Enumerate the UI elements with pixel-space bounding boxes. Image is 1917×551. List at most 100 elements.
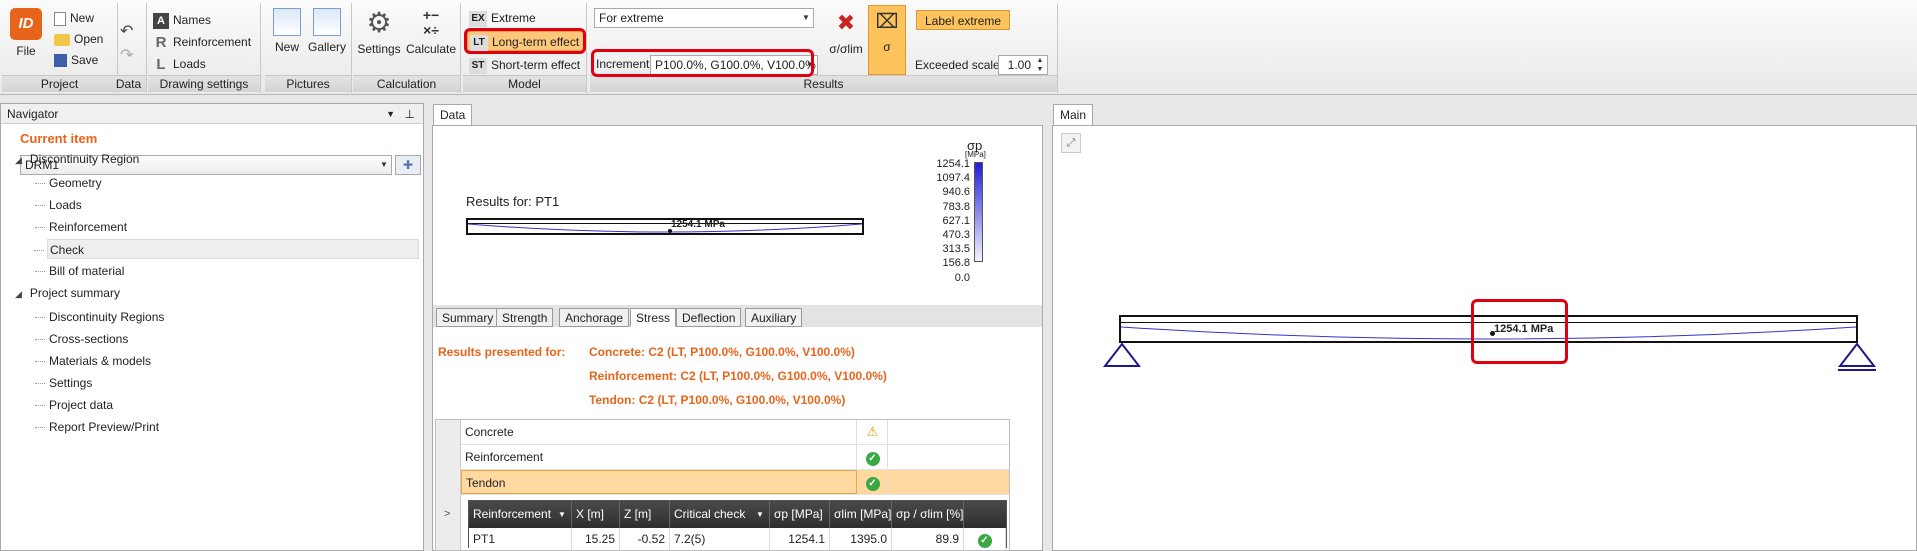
drawing-settings-group-label: Drawing settings xyxy=(148,75,260,92)
subtab-anchorage[interactable]: Anchorage xyxy=(559,308,630,327)
column-header[interactable]: Reinforcement xyxy=(469,501,572,528)
tree-item-label: Project summary xyxy=(29,286,120,300)
table-cell: PT1 xyxy=(469,528,572,550)
fit-view-button[interactable]: ⤢ xyxy=(1061,133,1081,153)
column-header[interactable]: X [m] xyxy=(572,501,620,528)
tree-item-loads[interactable]: Loads xyxy=(35,195,82,215)
spinner-icon: ▲ ▼ xyxy=(1036,57,1044,73)
extreme-option[interactable]: EX Extreme xyxy=(469,8,536,28)
new-project-button[interactable]: New xyxy=(54,8,94,28)
exceeded-scale-input[interactable]: 1.00 ▲ ▼ xyxy=(998,55,1048,75)
tree-item-label: Bill of material xyxy=(49,264,125,278)
calculation-group-label: Calculation xyxy=(353,75,460,92)
tree-item-settings[interactable]: Settings xyxy=(35,373,92,393)
tree-item-label: Report Preview/Print xyxy=(49,420,160,434)
label-extreme-toggle[interactable]: Label extreme xyxy=(916,10,1011,30)
column-header[interactable]: σp / σlim [%] xyxy=(892,501,964,528)
names-toggle[interactable]: A Names xyxy=(153,10,211,30)
check-row-reinforcement[interactable]: Reinforcement ✓ xyxy=(461,445,1009,470)
ex-tag-icon: EX xyxy=(469,10,487,27)
open-project-button[interactable]: Open xyxy=(54,29,103,49)
pin-icon[interactable]: ⊥ xyxy=(405,104,415,124)
tree-item-bill-of-material[interactable]: Bill of material xyxy=(35,261,125,281)
tab-main[interactable]: Main xyxy=(1053,104,1094,125)
subtab-summary[interactable]: Summary xyxy=(436,308,500,327)
tree-item-check[interactable]: Check xyxy=(34,239,419,259)
tree-connector xyxy=(35,205,45,206)
for-extreme-select[interactable]: For extreme ▼ xyxy=(594,8,814,28)
gallery-button[interactable]: Gallery xyxy=(307,6,347,54)
sigma-over-limit-button[interactable]: ✖ σ/σlim xyxy=(824,6,868,56)
check-name: Concrete xyxy=(461,420,857,444)
new-picture-button[interactable]: New xyxy=(271,6,303,54)
right-support-icon xyxy=(1837,342,1877,371)
tree-item-geometry[interactable]: Geometry xyxy=(35,173,102,193)
picture-add-icon xyxy=(273,8,301,36)
tree-item-discontinuity-region[interactable]: ◢ Discontinuity Region xyxy=(15,149,139,169)
save-project-button[interactable]: Save xyxy=(54,50,98,70)
tree-connector xyxy=(35,227,45,228)
column-header[interactable]: σp [MPa] xyxy=(770,501,830,528)
table-cell: 1254.1 xyxy=(770,528,830,550)
filter-icon[interactable]: ▼ xyxy=(756,501,764,528)
subtab-deflection[interactable]: Deflection xyxy=(676,308,742,327)
column-header[interactable]: Z [m] xyxy=(620,501,670,528)
tree-item-report-preview-print[interactable]: Report Preview/Print xyxy=(35,417,160,437)
long-term-highlight xyxy=(464,28,586,54)
table-row[interactable]: PT1 15.25 -0.52 7.2(5) 1254.1 1395.0 89.9 ✓ xyxy=(469,528,1006,550)
data-drawing-area: Results for: PT1 1254.1 MPa σp [MPa] 125… xyxy=(433,126,1042,305)
dropdown-icon[interactable]: ▼ xyxy=(386,104,395,124)
reinforcement-letter-icon: R xyxy=(155,33,167,51)
check-row-tendon[interactable]: Tendon ✓ xyxy=(461,470,1009,495)
tab-data[interactable]: Data xyxy=(433,104,473,125)
tree-item-discontinuity-regions[interactable]: Discontinuity Regions xyxy=(35,307,164,327)
results-group: For extreme ▼ Increment P100.0%, G100.0%… xyxy=(590,3,1058,93)
sigma-button[interactable]: ⌧ σ xyxy=(868,5,906,75)
subtab-auxiliary[interactable]: Auxiliary xyxy=(745,308,803,327)
tree-item-reinforcement[interactable]: Reinforcement xyxy=(35,217,127,237)
add-item-button[interactable]: ✚ xyxy=(395,155,421,175)
calculation-group: ⚙ Settings +− ×÷ Calculate Calculation xyxy=(353,3,461,93)
tree-connector xyxy=(34,250,44,251)
short-term-effect-option[interactable]: ST Short-term effect xyxy=(469,55,580,75)
check-row-concrete[interactable]: Concrete ⚠ xyxy=(461,420,1009,445)
tree-connector xyxy=(35,361,45,362)
subtab-strength[interactable]: Strength xyxy=(496,308,554,327)
tree-item-project-data[interactable]: Project data xyxy=(35,395,114,415)
expand-triangle-icon[interactable]: ◢ xyxy=(15,155,22,165)
tree-item-project-summary[interactable]: ◢ Project summary xyxy=(15,283,120,303)
detail-table: Reinforcement ▼ X [m] Z [m] Critical check ▼ σ… xyxy=(468,500,1007,550)
column-header[interactable]: Critical check xyxy=(670,501,770,528)
tree-item-label: Project data xyxy=(49,398,114,412)
tree-item-materials-models[interactable]: Materials & models xyxy=(35,351,151,371)
legend-value: 1097.4 xyxy=(936,172,970,185)
results-for-label: Results for: PT1 xyxy=(466,194,560,209)
redo-button[interactable]: ↷ xyxy=(120,45,133,65)
pictures-group: New Gallery Pictures xyxy=(265,3,352,93)
loads-toggle[interactable]: L Loads xyxy=(153,54,205,74)
tree-connector xyxy=(35,405,45,406)
expand-row-icon[interactable]: > xyxy=(444,508,450,520)
expand-arrows-icon: ⤢ xyxy=(1066,137,1076,149)
reinforcement-toggle[interactable]: R Reinforcement xyxy=(153,32,251,52)
stress-ratio-icon: ✖ xyxy=(836,10,856,35)
table-cell: 7.2(5) xyxy=(670,528,770,550)
warning-icon: ⚠ xyxy=(866,424,879,439)
expand-triangle-icon[interactable]: ◢ xyxy=(15,289,22,299)
file-button[interactable]: ID File xyxy=(8,6,44,58)
undo-button[interactable]: ↶ xyxy=(120,21,133,41)
results-group-label: Results xyxy=(590,75,1057,92)
main-value-highlight xyxy=(1471,299,1568,364)
settings-button[interactable]: ⚙ Settings xyxy=(357,6,401,57)
undo-icon: ↶ xyxy=(120,23,134,40)
chevron-down-icon: ▼ xyxy=(380,160,388,169)
detail-table-header: Reinforcement ▼ X [m] Z [m] Critical check ▼ σ… xyxy=(469,501,1006,528)
subtab-stress[interactable]: Stress xyxy=(630,308,677,327)
check-status: ⚠ xyxy=(858,420,888,444)
legend-gradient-bar xyxy=(974,162,983,262)
calculate-button[interactable]: +− ×÷ Calculate xyxy=(405,6,457,57)
data-beam-stress-curve xyxy=(468,223,862,233)
tree-item-cross-sections[interactable]: Cross-sections xyxy=(35,329,128,349)
column-header[interactable]: σlim [MPa] xyxy=(830,501,892,528)
filter-icon[interactable]: ▼ xyxy=(558,501,566,528)
